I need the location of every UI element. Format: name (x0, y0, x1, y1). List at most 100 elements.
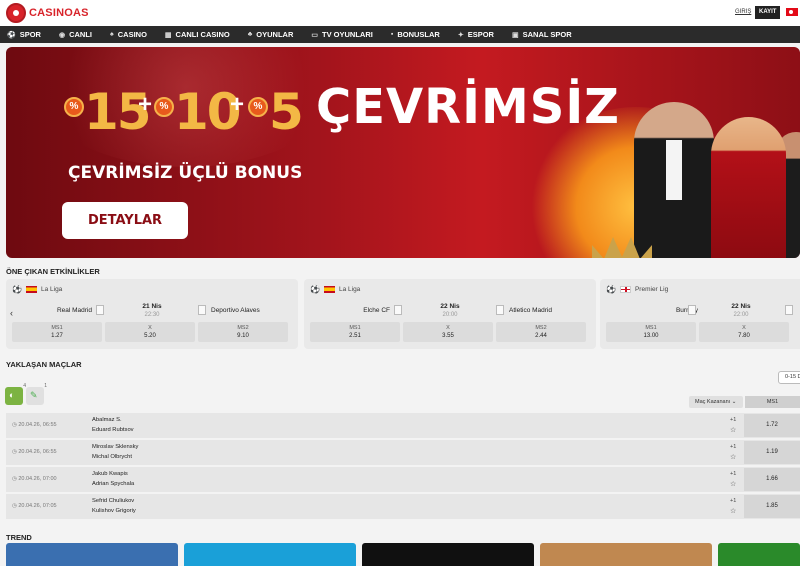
trend-game-card[interactable] (540, 543, 712, 566)
nav-item[interactable]: ◉ CANLI (52, 26, 103, 43)
star-icon[interactable]: ☆ (730, 453, 736, 461)
team-logo (394, 305, 402, 315)
market-select[interactable]: Maç Kazananı ⌄ (689, 396, 743, 408)
slot-icon: ♠ (110, 31, 114, 38)
nav-item[interactable]: ▦ CANLI CASINO (158, 26, 241, 43)
odd-label: X (446, 325, 450, 331)
match-row[interactable]: ◷ 20.04.26, 06:55 Abalmaz S. Eduard Rubtso… (6, 413, 800, 438)
league-name: La Liga (40, 286, 63, 293)
odd-label: MS2 (237, 325, 249, 331)
odd-button[interactable]: MS1 13.00 (606, 322, 696, 342)
carousel-left-arrow-icon[interactable]: ‹ (10, 308, 13, 318)
register-button[interactable]: KAYIT (755, 6, 781, 19)
woman-illustration (711, 117, 786, 258)
turkish-flag-icon[interactable] (786, 8, 798, 16)
bonus-number-3: 5 (269, 83, 304, 141)
event-card[interactable]: ⚽ Premier Lig Burnley 22 Nis 22:00 MS1 13.00 X 7… (600, 279, 800, 349)
match-row[interactable]: ◷ 20.04.26, 06:55 Miroslav Sklensky Michal… (6, 440, 800, 465)
banner-headline: ÇEVRİMSİZ (316, 79, 620, 135)
more-markets-link[interactable]: +1 (730, 471, 736, 477)
match-row[interactable]: ◷ 20.04.26, 07:05 Sefrid Chuliukov Kulisho… (6, 494, 800, 519)
odd-button[interactable]: MS1 1.27 (12, 322, 102, 342)
event-card[interactable]: ⚽ La Liga Real Madrid 21 Nis 22:30 Deportivo … (6, 279, 298, 349)
plus-sign: + (138, 91, 153, 118)
nav-item[interactable]: ⚽ SPOR (0, 26, 52, 43)
event-card[interactable]: ⚽ La Liga Elche CF 22 Nis 20:00 Atletico Madr… (304, 279, 596, 349)
odd-value: 1.27 (51, 333, 63, 339)
league-name: La Liga (338, 286, 361, 293)
ms1-odd-button[interactable]: 1.19 (744, 441, 800, 464)
odd-button[interactable]: MS1 2.51 (310, 322, 400, 342)
gamepad-icon: ♣ (247, 31, 253, 38)
trend-game-card[interactable] (6, 543, 178, 566)
live-icon: ◉ (58, 31, 66, 39)
nav-item-label: TV OYUNLARI (322, 30, 373, 39)
plus-sign: + (230, 91, 245, 118)
player-1: Jakub Kwapis (92, 471, 128, 477)
nav-item-label: ESPOR (467, 30, 494, 39)
more-markets-link[interactable]: +1 (730, 417, 736, 423)
country-flag-icon (619, 286, 631, 293)
league-header: ⚽ La Liga (310, 285, 360, 294)
nav-item[interactable]: ▣ SANAL SPOR (505, 26, 583, 43)
odd-button[interactable]: MS2 9.10 (198, 322, 288, 342)
logo[interactable]: CASINOAS (6, 3, 89, 23)
match-time: 22:30 (144, 312, 160, 318)
nav-item-label: CASINO (117, 30, 147, 39)
odd-button[interactable]: X 3.55 (403, 322, 493, 342)
login-link[interactable]: GIRIŞ (735, 9, 751, 15)
match-time-text: 20.04.26, 06:55 (18, 422, 57, 428)
main-nav: ⚽ SPOR ◉ CANLI ♠ CASINO ▦ CANLI CASINO ♣ OYUNLAR ▭… (0, 26, 800, 43)
sport-tabs: ◐ 4 ✎ 1 (5, 383, 47, 405)
table-icon: ▦ (164, 31, 172, 39)
away-team: Deportivo Alaves (211, 307, 260, 314)
football-icon: ⚽ (310, 285, 320, 294)
match-time: ◷ 20.04.26, 07:05 (12, 503, 57, 509)
nav-item[interactable]: ▪ BONUSLAR (384, 26, 451, 43)
player-2: Adrian Spychala (92, 481, 135, 487)
star-icon[interactable]: ☆ (730, 480, 736, 488)
top-bar: CASINOAS GIRIŞ KAYIT (0, 0, 800, 26)
details-button[interactable]: DETAYLAR (62, 202, 188, 239)
nav-item-label: CANLI (69, 30, 93, 39)
star-icon[interactable]: ☆ (730, 426, 736, 434)
star-icon[interactable]: ☆ (730, 507, 736, 515)
away-team: Atletico Madrid (509, 307, 552, 314)
odd-value: 2.51 (349, 333, 361, 339)
odd-value: 2.44 (535, 333, 547, 339)
shirt (666, 140, 682, 200)
ms1-odd-button[interactable]: 1.66 (744, 468, 800, 491)
badminton-icon: ✎ (30, 390, 38, 400)
date-filter-button[interactable]: 0-15 D (778, 371, 800, 384)
more-markets-link[interactable]: +1 (730, 444, 736, 450)
virtual-icon: ▣ (511, 31, 519, 39)
nav-item[interactable]: ▭ TV OYUNLARI (304, 26, 383, 43)
match-row[interactable]: ◷ 20.04.26, 07:00 Jakub Kwapis Adrian Spyc… (6, 467, 800, 492)
country-flag-icon (323, 286, 335, 293)
ms1-odd-button[interactable]: 1.72 (744, 414, 800, 437)
trend-game-card[interactable] (718, 543, 800, 566)
odd-button[interactable]: X 5.20 (105, 322, 195, 342)
ms1-odd-button[interactable]: 1.85 (744, 495, 800, 518)
odd-button[interactable]: MS2 2.44 (496, 322, 586, 342)
nav-item[interactable]: ✦ ESPOR (451, 26, 505, 43)
tab-badminton[interactable]: ✎ 1 (26, 383, 47, 405)
esport-icon: ✦ (457, 31, 464, 39)
nav-item[interactable]: ♣ OYUNLAR (241, 26, 305, 43)
banner-subline: ÇEVRİMSİZ ÜÇLÜ BONUS (68, 163, 303, 183)
trend-game-card[interactable] (362, 543, 534, 566)
home-team: Elche CF (363, 307, 390, 314)
more-markets-link[interactable]: +1 (730, 498, 736, 504)
odd-label: MS1 (51, 325, 63, 331)
nav-item-label: OYUNLAR (256, 30, 294, 39)
match-time: 20:00 (442, 312, 458, 318)
odd-button[interactable]: X 7.80 (699, 322, 789, 342)
trend-game-card[interactable] (184, 543, 356, 566)
nav-item[interactable]: ♠ CASINO (103, 26, 158, 43)
tab-tennis[interactable]: ◐ 4 (5, 383, 26, 405)
league-header: ⚽ La Liga (12, 285, 62, 294)
odd-value: 5.20 (144, 333, 156, 339)
player-1: Abalmaz S. (92, 417, 122, 423)
market-select-label: Maç Kazananı (695, 399, 731, 405)
promo-banner[interactable]: % 15 + % 10 + % 5 ÇEVRİMSİZ ÇEVRİMSİZ ÜÇ… (6, 47, 800, 258)
